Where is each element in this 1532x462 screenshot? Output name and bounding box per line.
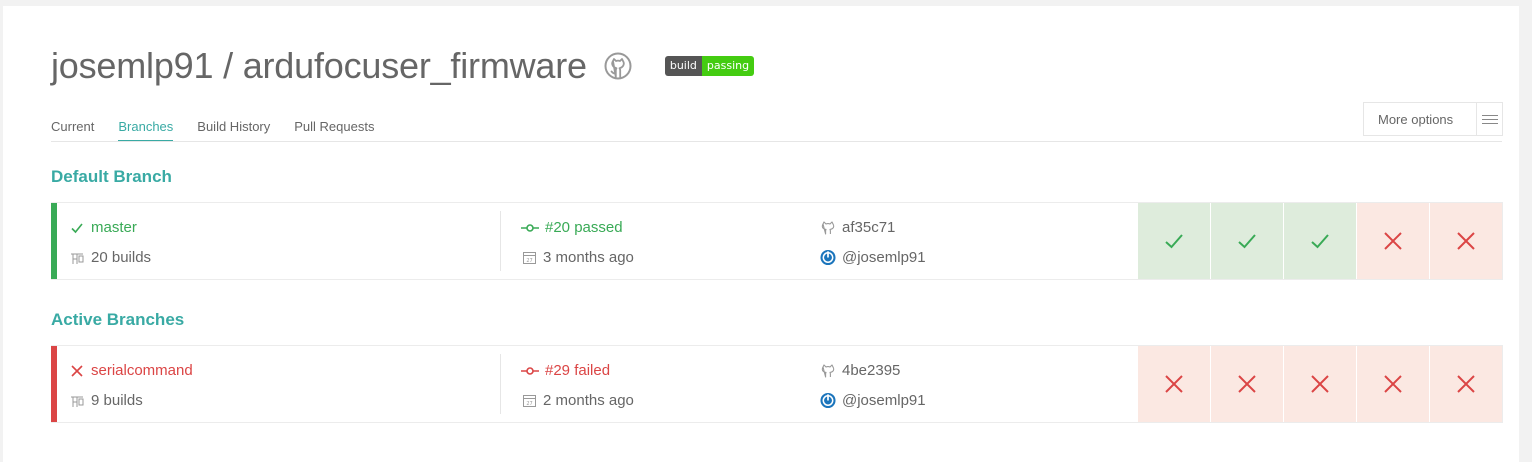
github-commit-icon: [820, 363, 836, 379]
tab-build-history[interactable]: Build History: [197, 112, 270, 142]
calendar-icon: 27: [521, 393, 537, 409]
cross-icon: [1457, 232, 1475, 250]
build-tile-failed[interactable]: [1138, 346, 1210, 422]
column-divider: [500, 211, 501, 271]
commit-node-icon: [521, 220, 539, 236]
default-branch-heading: Default Branch: [51, 167, 172, 186]
active-branches-heading: Active Branches: [51, 310, 185, 329]
tabs-divider: [51, 141, 1502, 142]
more-options-label: More options: [1378, 111, 1454, 127]
branch-row-master[interactable]: master 20 builds #20 passed 27 3 months …: [51, 202, 1503, 280]
github-commit-icon: [820, 220, 836, 236]
builds-count: 9 builds: [91, 392, 143, 409]
build-tile-failed[interactable]: [1430, 346, 1502, 422]
build-tile-failed[interactable]: [1357, 203, 1429, 279]
cross-icon: [1384, 375, 1402, 393]
build-tile-failed[interactable]: [1357, 346, 1429, 422]
cross-icon: [1457, 375, 1475, 393]
builds-count: 20 builds: [91, 249, 152, 266]
build-tile-passed[interactable]: [1284, 203, 1356, 279]
status-stripe: [51, 203, 57, 279]
column-divider: [500, 354, 501, 414]
build-status-link[interactable]: #29 failed: [545, 362, 610, 379]
status-stripe: [51, 346, 57, 422]
cross-icon: [1384, 232, 1402, 250]
commit-author: @josemlp91: [842, 392, 926, 409]
build-status-link[interactable]: #20 passed: [545, 219, 623, 236]
calendar-icon: 27: [521, 250, 537, 266]
commit-node-icon: [521, 363, 539, 379]
commit-author: @josemlp91: [842, 249, 926, 266]
cross-icon: [1238, 375, 1256, 393]
build-tile-passed[interactable]: [1138, 203, 1210, 279]
check-icon: [69, 220, 85, 236]
build-tile-failed[interactable]: [1211, 346, 1283, 422]
tab-current[interactable]: Current: [51, 112, 94, 142]
cross-icon: [1311, 375, 1329, 393]
build-time: 3 months ago: [543, 249, 634, 266]
check-icon: [1165, 234, 1183, 249]
repo-tabs: Current Branches Build History Pull Requ…: [51, 112, 398, 142]
hamburger-icon: [1476, 103, 1502, 135]
cross-icon: [1165, 375, 1183, 393]
badge-label: build: [664, 56, 702, 76]
build-tile-passed[interactable]: [1211, 203, 1283, 279]
check-icon: [1238, 234, 1256, 249]
branch-row-serialcommand[interactable]: serialcommand 9 builds #29 failed 27 2 m…: [51, 345, 1503, 423]
tab-branches[interactable]: Branches: [118, 112, 174, 142]
branch-name[interactable]: serialcommand: [91, 362, 193, 379]
build-status-badge[interactable]: build passing: [664, 56, 755, 76]
builds-icon: [69, 250, 85, 266]
tab-pull-requests[interactable]: Pull Requests: [294, 112, 374, 142]
more-options-button[interactable]: More options: [1363, 102, 1503, 136]
builds-icon: [69, 393, 85, 409]
commit-sha[interactable]: 4be2395: [842, 362, 900, 379]
build-time: 2 months ago: [543, 392, 634, 409]
branch-name[interactable]: master: [91, 219, 137, 236]
github-icon[interactable]: [604, 52, 632, 80]
svg-text:27: 27: [526, 258, 532, 264]
build-history-tiles: [1138, 346, 1502, 422]
repo-card: josemlp91 / ardufocuser_firmware build p…: [3, 6, 1519, 462]
check-icon: [1311, 234, 1329, 249]
build-tile-failed[interactable]: [1284, 346, 1356, 422]
build-tile-failed[interactable]: [1430, 203, 1502, 279]
badge-status: passing: [701, 56, 755, 76]
avatar-icon: [820, 392, 836, 409]
build-history-tiles: [1138, 203, 1502, 279]
repo-title: josemlp91 / ardufocuser_firmware: [51, 45, 587, 86]
svg-text:27: 27: [526, 401, 532, 407]
repo-header: josemlp91 / ardufocuser_firmware build p…: [51, 41, 755, 91]
cross-icon: [69, 363, 85, 379]
commit-sha[interactable]: af35c71: [842, 219, 895, 236]
avatar-icon: [820, 249, 836, 266]
